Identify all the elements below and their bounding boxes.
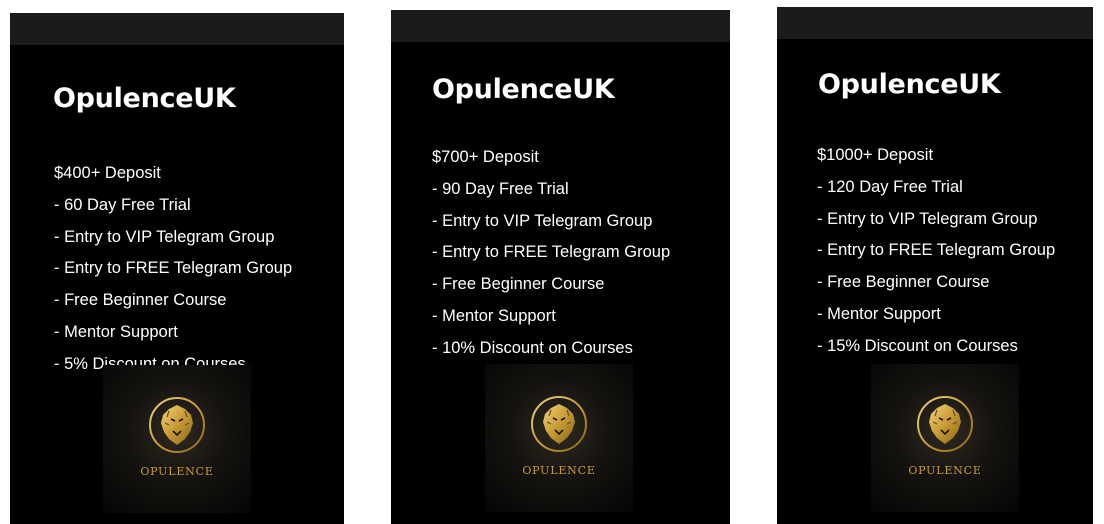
card-title: OpulenceUK <box>53 83 236 114</box>
list-item: - 10% Discount on Courses <box>432 338 633 357</box>
list-item: - Mentor Support <box>432 306 556 325</box>
list-item: - Entry to VIP Telegram Group <box>54 227 275 246</box>
logo-text: OPULENCE <box>522 464 596 477</box>
list-item: - Entry to FREE Telegram Group <box>54 259 293 278</box>
lion-emblem-icon <box>917 396 973 452</box>
list-item: - Entry to VIP Telegram Group <box>817 209 1038 228</box>
list-item: - Entry to VIP Telegram Group <box>432 211 653 230</box>
benefit-list: $400+ Deposit - 60 Day Free Trial - Entr… <box>54 158 292 381</box>
lion-emblem-icon <box>149 397 205 453</box>
opulence-logo: OPULENCE <box>485 364 633 512</box>
list-item: - Free Beginner Course <box>54 291 227 310</box>
logo-text: OPULENCE <box>908 464 982 477</box>
list-item: - Entry to FREE Telegram Group <box>817 241 1056 260</box>
list-item: - 15% Discount on Courses <box>817 336 1018 355</box>
list-item: $700+ Deposit <box>432 148 539 166</box>
tier-card-2: OpulenceUK $700+ Deposit - 90 Day Free T… <box>391 10 730 524</box>
benefit-list: $1000+ Deposit - 120 Day Free Trial - En… <box>817 140 1055 363</box>
list-item: - Mentor Support <box>817 304 941 323</box>
list-item: - Free Beginner Course <box>817 273 990 292</box>
benefit-list: $700+ Deposit - 90 Day Free Trial - Entr… <box>432 142 670 365</box>
list-item: $1000+ Deposit <box>817 146 934 164</box>
list-item: $400+ Deposit <box>54 164 161 182</box>
list-item: - Entry to FREE Telegram Group <box>432 243 671 262</box>
tier-card-3: OpulenceUK $1000+ Deposit - 120 Day Free… <box>777 7 1093 524</box>
card-title: OpulenceUK <box>432 74 615 105</box>
opulence-logo: OPULENCE <box>871 364 1019 512</box>
lion-emblem-icon <box>531 396 587 452</box>
tier-card-1: OpulenceUK $400+ Deposit - 60 Day Free T… <box>10 13 344 524</box>
card-top-bar <box>10 13 344 45</box>
list-item: - 60 Day Free Trial <box>54 195 191 214</box>
logo-text: OPULENCE <box>140 465 214 478</box>
list-item: - Mentor Support <box>54 322 178 341</box>
list-item: - Free Beginner Course <box>432 275 605 294</box>
list-item: - 120 Day Free Trial <box>817 177 963 196</box>
opulence-logo: OPULENCE <box>103 365 251 513</box>
card-top-bar <box>777 7 1093 39</box>
card-top-bar <box>391 10 730 42</box>
list-item: - 90 Day Free Trial <box>432 179 569 198</box>
card-title: OpulenceUK <box>818 69 1001 100</box>
